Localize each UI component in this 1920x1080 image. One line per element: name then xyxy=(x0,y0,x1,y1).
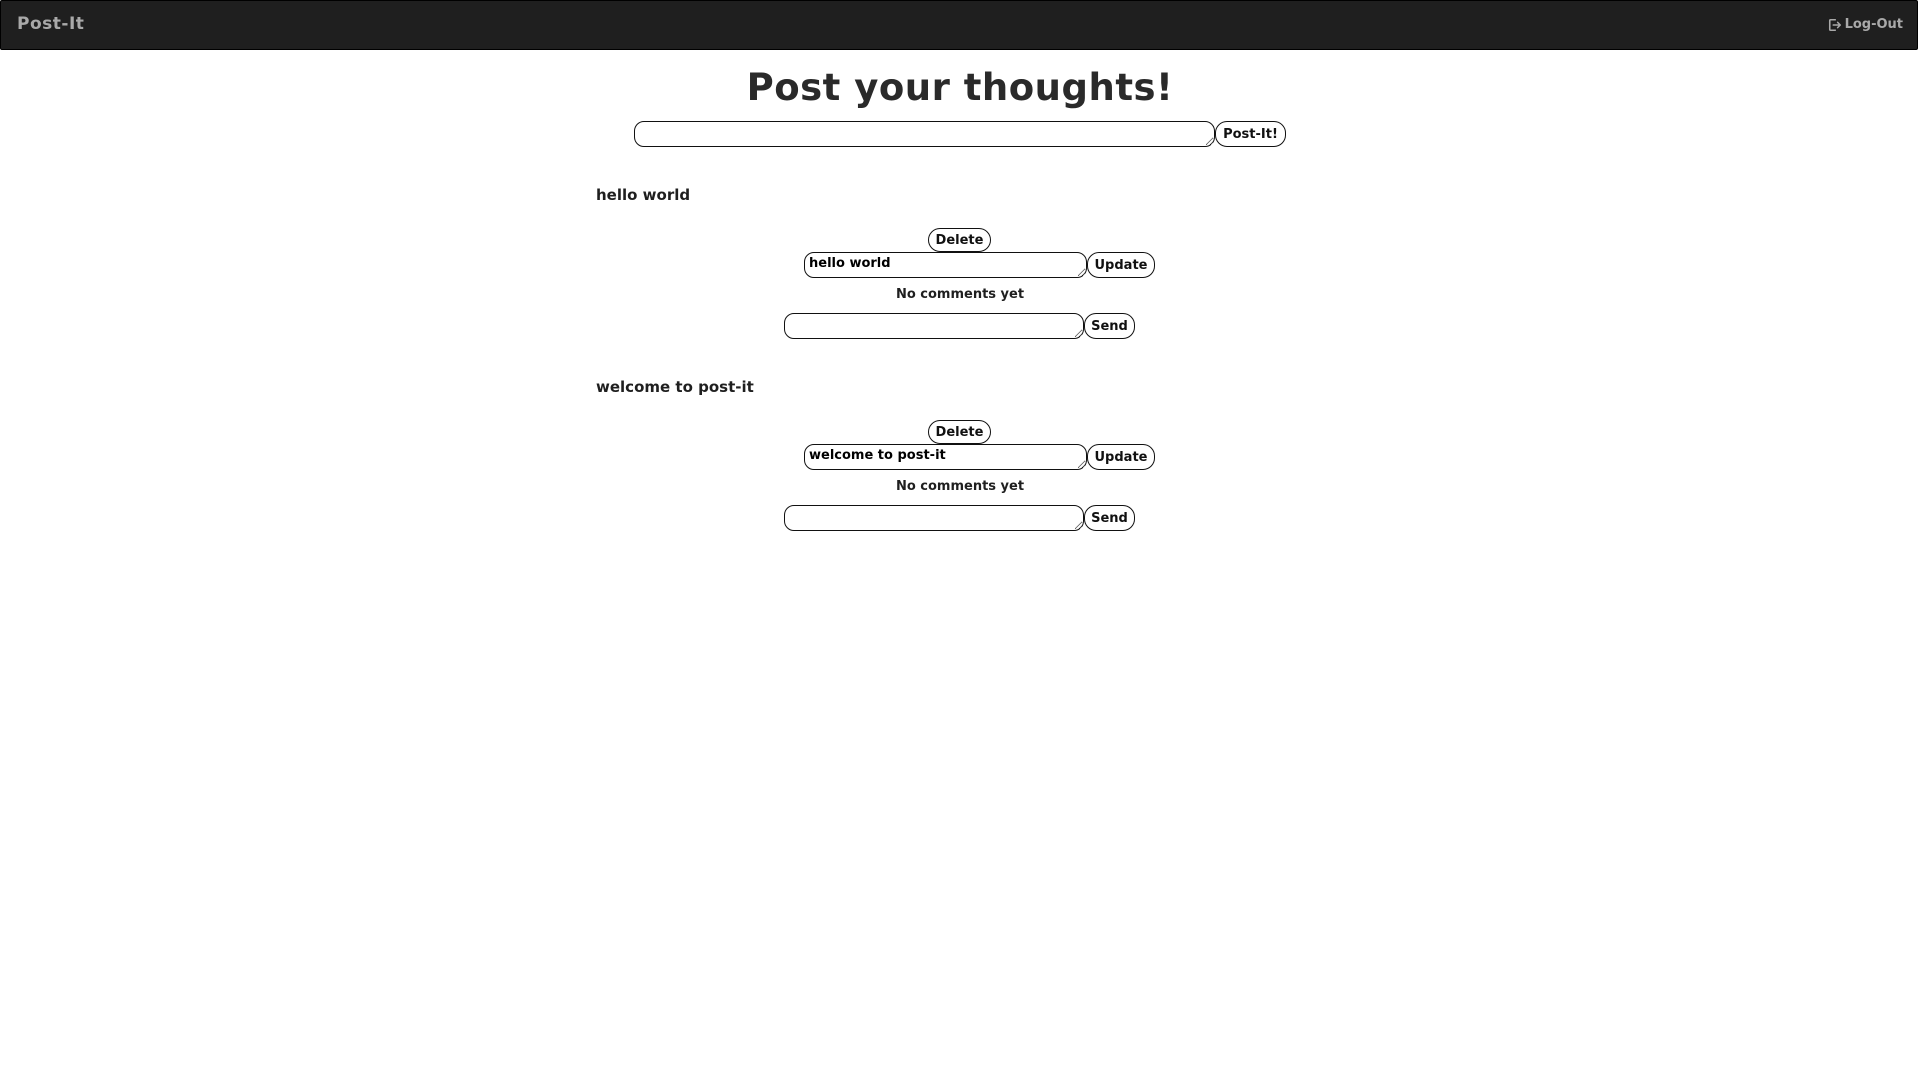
post-it-button[interactable]: Post-It! xyxy=(1215,121,1286,147)
brand-logo[interactable]: Post-It xyxy=(17,14,84,34)
send-comment-button[interactable]: Send xyxy=(1084,313,1135,339)
edit-post-input[interactable] xyxy=(804,444,1087,470)
navbar: Post-It Log-Out xyxy=(0,0,1918,50)
delete-post-button[interactable]: Delete xyxy=(928,420,991,444)
update-post-button[interactable]: Update xyxy=(1087,252,1155,278)
comments-status: No comments yet xyxy=(895,287,1025,302)
post-text: hello world xyxy=(596,186,691,204)
new-post-input[interactable] xyxy=(634,121,1215,147)
logout-label: Log-Out xyxy=(1844,17,1903,32)
update-post-button[interactable]: Update xyxy=(1087,444,1155,470)
delete-post-button[interactable]: Delete xyxy=(928,228,991,252)
edit-post-input[interactable] xyxy=(804,252,1087,278)
comment-input[interactable] xyxy=(784,505,1084,531)
post-text: welcome to post-it xyxy=(596,378,754,396)
page-title: Post your thoughts! xyxy=(746,66,1174,109)
logout-link[interactable]: Log-Out xyxy=(1828,17,1903,32)
comments-status: No comments yet xyxy=(895,479,1025,494)
comment-input[interactable] xyxy=(784,313,1084,339)
send-comment-button[interactable]: Send xyxy=(1084,505,1135,531)
logout-icon xyxy=(1828,18,1842,32)
